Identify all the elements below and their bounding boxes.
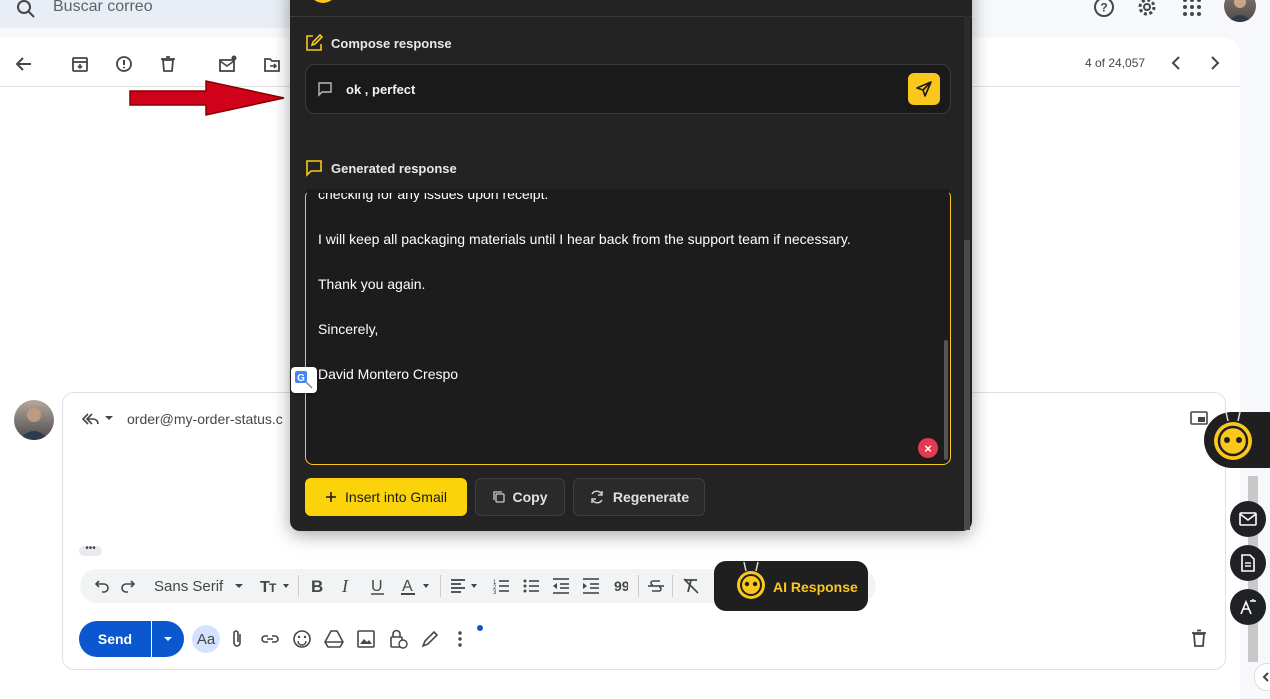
insert-label: Insert into Gmail: [345, 489, 447, 505]
lock-icon[interactable]: [388, 629, 408, 649]
svg-text:U: U: [371, 578, 383, 595]
send-icon[interactable]: [908, 73, 940, 105]
toolbar-separator: [638, 575, 639, 597]
ai-response-label: AI Response: [773, 579, 858, 595]
bulleted-list-icon[interactable]: [522, 577, 540, 595]
chevron-down-icon[interactable]: [234, 583, 244, 589]
archive-icon[interactable]: [68, 52, 92, 76]
pen-icon[interactable]: [420, 629, 440, 649]
generated-response-title: Generated response: [331, 161, 457, 176]
back-icon[interactable]: [12, 52, 36, 76]
toolbar-separator: [440, 575, 441, 597]
move-to-icon[interactable]: [260, 52, 284, 76]
textarea-scroll-thumb[interactable]: [944, 340, 948, 460]
sender-avatar: [14, 400, 54, 440]
document-icon[interactable]: [1230, 545, 1266, 581]
delete-icon[interactable]: [156, 52, 180, 76]
show-trimmed-button[interactable]: •••: [79, 544, 102, 556]
generated-text-line: I will keep all packaging materials unti…: [318, 231, 851, 247]
reply-all-icon[interactable]: [80, 410, 100, 428]
align-icon[interactable]: [450, 577, 482, 595]
recipient-field[interactable]: order@my-order-status.c: [127, 411, 283, 427]
emoji-icon[interactable]: [292, 629, 312, 649]
text-mask: [306, 189, 950, 193]
mail-icon[interactable]: [1230, 501, 1266, 537]
font-family-select[interactable]: Sans Serif: [154, 578, 223, 595]
svg-text:?: ?: [1100, 1, 1107, 15]
toolbar-separator: [298, 575, 299, 597]
underline-icon[interactable]: U: [371, 577, 385, 595]
apps-icon[interactable]: [1181, 0, 1203, 18]
svg-text:99: 99: [614, 578, 628, 594]
indent-less-icon[interactable]: [552, 577, 570, 595]
refresh-icon: [591, 490, 603, 504]
trash-icon[interactable]: [1190, 628, 1208, 648]
message-icon: [305, 159, 323, 177]
copy-button[interactable]: Copy: [475, 478, 565, 516]
assistant-launcher[interactable]: [1204, 412, 1270, 468]
clear-icon[interactable]: ×: [918, 438, 938, 458]
chevron-down-icon[interactable]: [104, 414, 114, 422]
toolbar-separator: [672, 575, 673, 597]
collapse-side-panel-button[interactable]: [1254, 663, 1270, 691]
plus-icon: [326, 492, 337, 502]
clear-formatting-icon[interactable]: [682, 577, 700, 595]
message-icon: [317, 81, 333, 97]
panel-scroll-thumb[interactable]: [964, 240, 970, 530]
indent-more-icon[interactable]: [582, 577, 600, 595]
link-icon[interactable]: [260, 629, 280, 649]
copy-icon: [492, 491, 505, 503]
bot-icon: [306, 0, 340, 6]
svg-text:B: B: [311, 577, 323, 595]
svg-text:G: G: [297, 373, 305, 384]
pager-count: 4 of 24,057: [1085, 56, 1146, 70]
strikethrough-icon[interactable]: [648, 577, 664, 595]
svg-text:A: A: [402, 578, 413, 595]
font-size-icon[interactable]: TT: [260, 577, 292, 595]
svg-text:I: I: [341, 577, 349, 595]
copy-label: Copy: [512, 489, 548, 505]
attach-icon[interactable]: [230, 629, 244, 649]
regenerate-label: Regenerate: [612, 489, 690, 505]
search-input[interactable]: Buscar correo: [53, 0, 153, 16]
search-icon[interactable]: [14, 0, 38, 21]
account-avatar[interactable]: [1224, 0, 1256, 22]
chevron-left-icon[interactable]: [1165, 52, 1187, 74]
compose-response-value[interactable]: ok , perfect: [346, 82, 415, 97]
more-icon[interactable]: [457, 629, 463, 649]
help-icon[interactable]: ?: [1093, 0, 1115, 18]
panel-divider: [290, 16, 972, 17]
generated-text-line: Sincerely,: [318, 321, 379, 337]
photo-icon[interactable]: [356, 629, 376, 649]
report-spam-icon[interactable]: [112, 52, 136, 76]
quote-icon[interactable]: 99: [614, 577, 628, 595]
translate-side-icon[interactable]: [1230, 589, 1266, 625]
insert-into-gmail-button[interactable]: Insert into Gmail: [305, 478, 467, 516]
bold-icon[interactable]: B: [311, 577, 325, 595]
translate-icon[interactable]: G: [291, 367, 317, 393]
compose-response-title: Compose response: [331, 36, 452, 51]
svg-text:T: T: [269, 581, 277, 595]
undo-icon[interactable]: [94, 577, 110, 593]
svg-text:3: 3: [493, 590, 497, 595]
edit-icon: [305, 34, 323, 52]
drive-icon[interactable]: [324, 629, 344, 649]
red-arrow-annotation: [128, 79, 288, 117]
bot-icon: [734, 562, 768, 600]
text-color-icon[interactable]: A: [401, 577, 433, 595]
numbered-list-icon[interactable]: 123: [492, 577, 510, 595]
mark-unread-icon[interactable]: [216, 52, 240, 76]
send-button[interactable]: Send: [79, 621, 151, 657]
redo-icon[interactable]: [120, 577, 136, 593]
italic-icon[interactable]: I: [341, 577, 355, 595]
generated-text-line: David Montero Crespo: [318, 366, 459, 382]
chevron-right-icon[interactable]: [1204, 52, 1226, 74]
notification-dot: [477, 625, 483, 631]
gear-icon[interactable]: [1136, 0, 1158, 18]
text-formatting-button[interactable]: Aa: [192, 625, 220, 653]
regenerate-button[interactable]: Regenerate: [573, 478, 705, 516]
generated-text-line: Thank you again.: [318, 276, 426, 292]
